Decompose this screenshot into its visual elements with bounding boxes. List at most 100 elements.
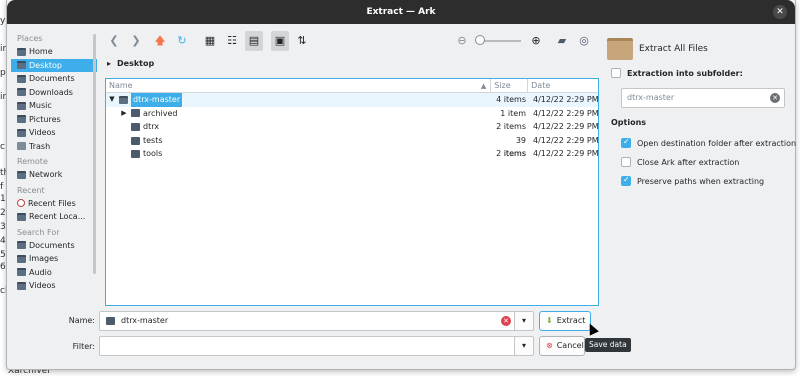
column-header-date[interactable]: Date: [528, 79, 598, 92]
icon-view-icon: ▦: [204, 34, 216, 47]
panel-title: Extract All Files: [639, 44, 708, 54]
file-name: tests: [143, 135, 163, 145]
sidebar-item-documents[interactable]: Documents: [11, 72, 97, 86]
chevron-right-icon[interactable]: ▶: [120, 107, 128, 121]
sidebar-item-trash[interactable]: Trash: [11, 140, 97, 154]
icon-view-button[interactable]: ▦: [201, 31, 219, 51]
name-dropdown-button[interactable]: ▾: [514, 311, 534, 331]
option-preserve-paths[interactable]: Preserve paths when extracting: [621, 175, 765, 186]
sidebar-item-search-videos[interactable]: Videos: [11, 279, 97, 293]
sidebar-item-recent-locations[interactable]: Recent Loca...: [11, 210, 97, 224]
underlying-fragment: p: [0, 68, 6, 78]
close-icon: ✕: [776, 7, 784, 17]
option-open-destination[interactable]: Open destination folder after extraction: [621, 137, 796, 148]
file-date: 4/12/22 2:29 PM: [533, 95, 599, 104]
column-header-size[interactable]: Size: [491, 79, 529, 92]
new-folder-icon: ▰: [557, 34, 567, 47]
sidebar-item-label: Recent Files: [28, 198, 76, 208]
sidebar-item-label: Recent Loca...: [29, 212, 86, 221]
tooltip: Save data: [585, 338, 631, 352]
reload-button[interactable]: ↻: [173, 31, 191, 51]
sort-button[interactable]: ⇅: [293, 31, 311, 51]
preserve-paths-checkbox[interactable]: [621, 175, 631, 186]
close-button[interactable]: ✕: [773, 5, 787, 19]
close-ark-checkbox[interactable]: [621, 157, 631, 167]
options-button[interactable]: ◎: [575, 31, 593, 51]
subfolder-checkbox[interactable]: [611, 68, 621, 78]
filter-dropdown-button[interactable]: ▾: [514, 336, 534, 356]
compact-view-button[interactable]: ☷: [223, 31, 241, 51]
sidebar-item-label: Network: [29, 170, 63, 179]
audio-folder-icon: [17, 268, 26, 277]
sidebar-item-network[interactable]: Network: [11, 168, 97, 182]
file-date: 4/12/22 2:29 PM: [533, 149, 599, 159]
sidebar-heading-search: Search For: [17, 227, 60, 237]
back-icon: ❮: [109, 34, 119, 47]
subfolder-input[interactable]: dtrx-master ✕: [621, 88, 785, 108]
sidebar-item-label: Videos: [29, 281, 56, 290]
cancel-button[interactable]: ⊗ Cancel: [539, 336, 585, 356]
titlebar[interactable]: Extract — Ark ✕: [7, 0, 795, 24]
sidebar-item-label: Documents: [29, 74, 75, 83]
sidebar-item-search-audio[interactable]: Audio: [11, 266, 97, 280]
preview-button[interactable]: ▣: [271, 31, 289, 51]
underlying-fragment: 3: [0, 222, 6, 232]
forward-button[interactable]: ❯: [127, 31, 145, 51]
subfolder-checkbox-row[interactable]: Extraction into subfolder:: [611, 68, 743, 78]
zoom-in-button[interactable]: ⊕: [527, 31, 545, 51]
sidebar-item-home[interactable]: Home: [11, 45, 97, 59]
detailed-view-button[interactable]: ▤: [245, 31, 263, 51]
filter-input[interactable]: [99, 336, 518, 356]
sidebar-scrollbar[interactable]: [93, 34, 96, 274]
clear-icon[interactable]: ✕: [770, 93, 780, 103]
open-destination-checkbox[interactable]: [621, 137, 631, 148]
file-size: 2 items: [496, 122, 526, 132]
sidebar-item-videos[interactable]: Videos: [11, 126, 97, 140]
back-button[interactable]: ❮: [105, 31, 123, 51]
file-toolbar: ❮ ❯ 🡅 ↻ ▦ ☷ ▤ ▣ ⇅ ⊖ ⊕ ▰ ◎: [103, 31, 597, 51]
zoom-slider-handle[interactable]: [475, 35, 485, 45]
sidebar-item-label: Videos: [29, 128, 56, 137]
sidebar-heading-recent: Recent: [17, 185, 45, 195]
table-row[interactable]: ▼ dtrx-master 4 items 4/12/22 2:29 PM: [106, 93, 599, 107]
file-date: 4/12/22 2:29 PM: [533, 108, 599, 118]
sidebar-item-desktop[interactable]: Desktop: [11, 58, 97, 72]
sidebar-item-pictures[interactable]: Pictures: [11, 113, 97, 127]
table-row[interactable]: tools 2 items 4/12/22 2:29 PM: [106, 147, 599, 161]
table-row[interactable]: dtrx 2 items 4/12/22 2:29 PM: [106, 120, 599, 134]
clear-icon[interactable]: ✕: [501, 316, 511, 326]
name-value: dtrx-master: [121, 316, 169, 325]
file-date: 4/12/22 2:29 PM: [533, 122, 599, 132]
chevron-down-icon[interactable]: ▼: [108, 93, 116, 107]
name-input[interactable]: dtrx-master ✕: [99, 311, 518, 331]
chevron-right-icon: ▸: [107, 59, 112, 68]
new-folder-button[interactable]: ▰: [553, 31, 571, 51]
zoom-out-button[interactable]: ⊖: [453, 31, 471, 51]
detailed-view-icon: ▤: [248, 34, 260, 47]
underlying-fragment: c: [0, 142, 5, 152]
table-row[interactable]: ▶ archived 1 item 4/12/22 2:29 PM: [106, 107, 598, 121]
sidebar-item-recent-files[interactable]: Recent Files: [11, 197, 97, 211]
breadcrumb[interactable]: ▸ Desktop: [107, 59, 154, 68]
sort-ascending-icon: ▲: [480, 82, 487, 90]
places-sidebar: Places Home Desktop Documents Downloads …: [11, 30, 97, 306]
zoom-slider-track[interactable]: [479, 40, 521, 42]
music-folder-icon: [17, 101, 26, 110]
up-button[interactable]: 🡅: [151, 31, 169, 51]
extract-dialog: Extract — Ark ✕ Places Home Desktop Docu…: [6, 0, 796, 370]
subfolder-placeholder: dtrx-master: [627, 93, 675, 102]
column-header-name[interactable]: Name ▲: [106, 79, 492, 92]
sidebar-item-search-documents[interactable]: Documents: [11, 239, 97, 253]
option-label: Preserve paths when extracting: [637, 176, 765, 186]
file-list[interactable]: Name ▲ Size Date ▼ dtrx-master 4 items 4/…: [105, 78, 599, 306]
file-name: dtrx-master: [131, 93, 183, 107]
sidebar-item-downloads[interactable]: Downloads: [11, 86, 97, 100]
extract-icon: ⬇: [546, 316, 553, 325]
sort-icon: ⇅: [297, 34, 307, 47]
sidebar-item-search-images[interactable]: Images: [11, 252, 97, 266]
table-row[interactable]: tests 39 items 4/12/22 2:29 PM: [106, 134, 599, 158]
file-date: 4/12/22 2:29 PM: [533, 135, 599, 145]
sidebar-item-music[interactable]: Music: [11, 99, 97, 113]
extract-button[interactable]: ⬇ Extract: [539, 311, 591, 331]
option-close-ark[interactable]: Close Ark after extraction: [621, 157, 739, 167]
